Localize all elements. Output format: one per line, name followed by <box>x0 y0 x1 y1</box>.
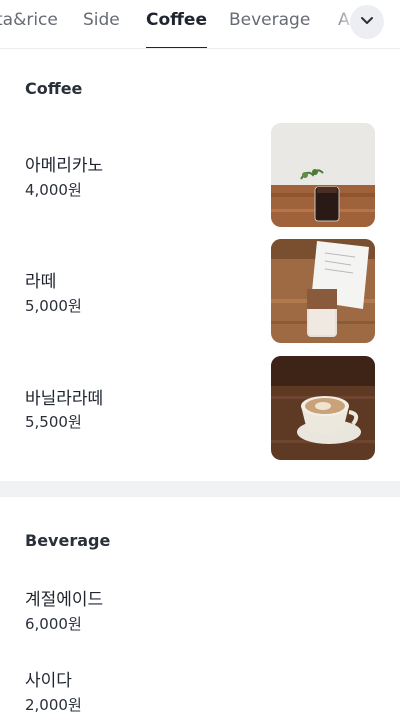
menu-item-price: 5,000원 <box>25 297 82 315</box>
menu-item-name: 사이다 <box>25 671 72 691</box>
tab-beverage[interactable]: Beverage <box>229 9 310 48</box>
tab-side[interactable]: Side <box>83 9 120 48</box>
section-title-coffee: Coffee <box>25 79 83 98</box>
menu-item-price: 5,500원 <box>25 413 82 431</box>
iced-latte-photo <box>271 239 375 343</box>
menu-item-price: 6,000원 <box>25 615 82 633</box>
hot-latte-cup-photo <box>271 356 375 460</box>
menu-item-name: 바닐라라떼 <box>25 389 104 409</box>
category-tab-bar: ta&rice Side Coffee Beverage A <box>0 0 400 49</box>
menu-item-price: 2,000원 <box>25 696 82 714</box>
section-title-beverage: Beverage <box>25 531 111 550</box>
menu-item-name: 아메리카노 <box>25 156 104 176</box>
section-divider <box>0 481 400 497</box>
expand-tabs-button[interactable] <box>350 5 384 39</box>
chevron-down-icon <box>359 12 375 32</box>
tab-rice[interactable]: ta&rice <box>0 9 58 48</box>
tab-coffee[interactable]: Coffee <box>146 9 207 48</box>
menu-item-name: 라떼 <box>25 272 57 292</box>
menu-item-name: 계절에이드 <box>25 590 104 610</box>
iced-americano-photo <box>271 123 375 227</box>
menu-item-price: 4,000원 <box>25 181 82 199</box>
